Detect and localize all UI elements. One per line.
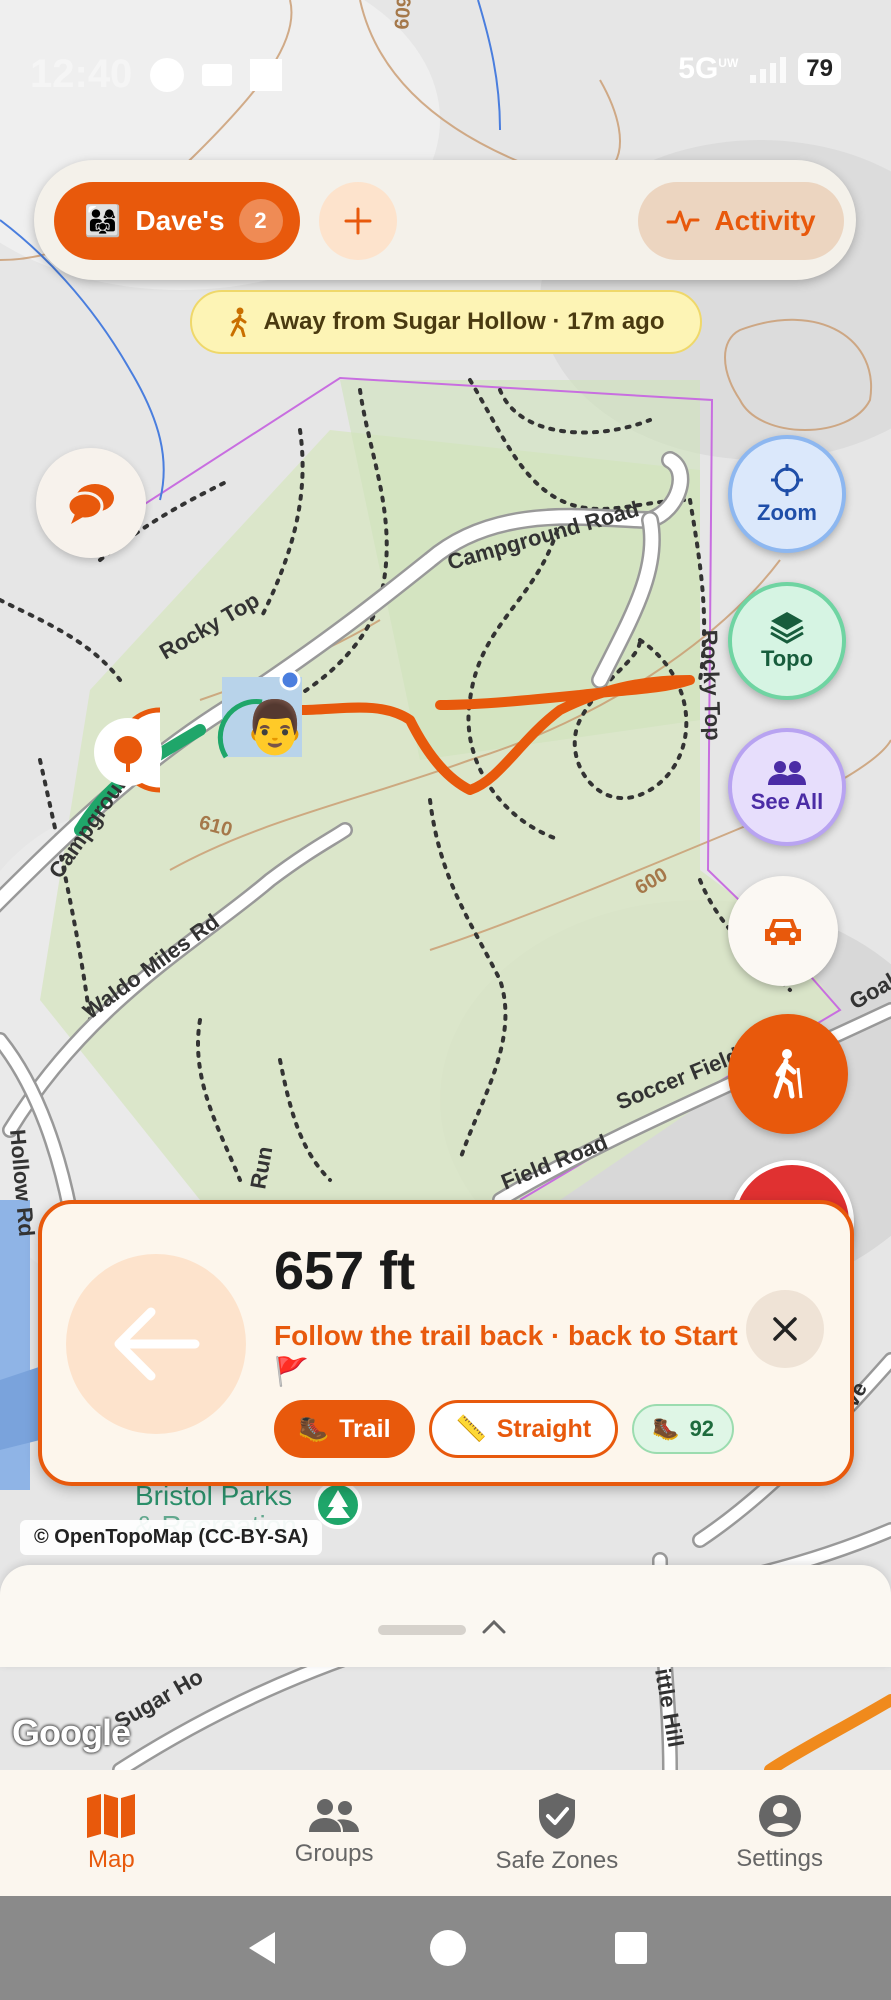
home-icon[interactable] [428, 1928, 468, 1968]
straight-mode-chip[interactable]: 📏 Straight [428, 1400, 619, 1458]
steps-chip: 🥾 92 [632, 1404, 735, 1454]
nav-settings-label: Settings [736, 1845, 823, 1872]
walking-person-icon [230, 307, 247, 337]
activity-pulse-icon [666, 210, 700, 232]
plus-icon [344, 207, 372, 235]
away-status-text: Away from Sugar Hollow · 17m ago [263, 308, 665, 335]
groups-icon [309, 1799, 360, 1832]
mail-icon [202, 63, 233, 86]
nav-groups[interactable]: Groups [223, 1770, 446, 1896]
avatar-emoji: 👨 [243, 697, 308, 757]
recents-icon[interactable] [613, 1930, 649, 1966]
signal-icon [750, 55, 787, 83]
boot-icon: 🥾 [652, 1416, 680, 1441]
route-mode-chips: 🥾 Trail 📏 Straight 🥾 92 [274, 1400, 735, 1458]
navigation-card: 657 ft Follow the trail back · back to S… [38, 1200, 854, 1486]
hike-mode-button[interactable] [728, 1014, 848, 1134]
steps-count: 92 [689, 1416, 715, 1441]
nav-groups-label: Groups [294, 1840, 374, 1867]
trail-mode-chip[interactable]: 🥾 Trail [274, 1400, 415, 1458]
layers-icon [770, 612, 804, 644]
user-avatar-marker[interactable]: 👨 [217, 669, 308, 759]
zoom-label: Zoom [757, 500, 817, 525]
crosshair-icon [771, 464, 803, 496]
sheet-drag-handle[interactable] [378, 1625, 466, 1635]
map-label: Rocky Top [697, 629, 726, 741]
close-navigation-button[interactable] [746, 1290, 824, 1368]
arrow-left-icon [114, 1307, 200, 1381]
boot-icon: 🥾 [298, 1414, 330, 1443]
map-attribution[interactable]: © OpenTopoMap (CC-BY-SA) [20, 1520, 323, 1555]
zoom-button[interactable]: Zoom [728, 435, 846, 553]
shield-check-icon [538, 1793, 575, 1839]
close-icon [773, 1317, 797, 1341]
google-logo: Google [12, 1712, 131, 1753]
bottom-sheet[interactable] [0, 1565, 891, 1667]
add-group-button[interactable] [319, 182, 397, 260]
family-icon: 👨‍👩‍👧 [84, 204, 122, 238]
group-member-count: 2 [238, 199, 283, 243]
notification-dot-icon [150, 57, 185, 92]
direction-indicator [66, 1254, 246, 1434]
car-icon [765, 919, 801, 945]
trail-chip-label: Trail [339, 1414, 391, 1443]
status-time: 12:40 [30, 52, 133, 96]
network-type: 5GUW [678, 52, 739, 85]
chevron-up-icon[interactable] [480, 1617, 508, 1637]
topo-label: Topo [760, 646, 814, 671]
away-status-banner[interactable]: Away from Sugar Hollow · 17m ago [190, 290, 702, 354]
activity-label: Activity [714, 205, 816, 236]
chat-button[interactable] [36, 448, 146, 558]
ruler-icon: 📏 [455, 1414, 487, 1443]
account-icon [758, 1795, 801, 1837]
group-name: Dave's [135, 205, 225, 236]
nav-settings[interactable]: Settings [668, 1770, 891, 1896]
top-bar: 👨‍👩‍👧 Dave's 2 Activity [34, 160, 856, 280]
navigation-instruction: Follow the trail back · back to Start 🚩 [274, 1320, 738, 1387]
see-all-label: See All [750, 789, 824, 814]
chat-bubbles-icon [66, 484, 114, 524]
nav-safe-zones[interactable]: Safe Zones [446, 1770, 669, 1896]
group-selector-button[interactable]: 👨‍👩‍👧 Dave's 2 [54, 182, 300, 260]
battery-indicator: 79 [798, 53, 841, 85]
map-icon [87, 1794, 136, 1838]
app-notification-icon [250, 58, 283, 91]
system-navigation-bar [0, 1896, 891, 2000]
bottom-navigation: Map Groups Safe Zones Settings [0, 1770, 891, 1896]
topo-layer-button[interactable]: Topo [728, 582, 846, 700]
status-bar: 12:40 5GUW 79 [0, 0, 891, 140]
activity-button[interactable]: Activity [638, 182, 844, 260]
people-icon [768, 761, 806, 785]
drive-mode-button[interactable] [728, 876, 838, 986]
back-icon[interactable] [243, 1928, 283, 1968]
see-all-button[interactable]: See All [728, 728, 846, 846]
nav-safe-zones-label: Safe Zones [495, 1847, 619, 1874]
nav-map[interactable]: Map [0, 1770, 223, 1896]
hiker-icon [773, 1049, 803, 1099]
straight-chip-label: Straight [496, 1414, 592, 1443]
distance-remaining: 657 ft [274, 1241, 416, 1301]
nav-map-label: Map [88, 1846, 135, 1873]
